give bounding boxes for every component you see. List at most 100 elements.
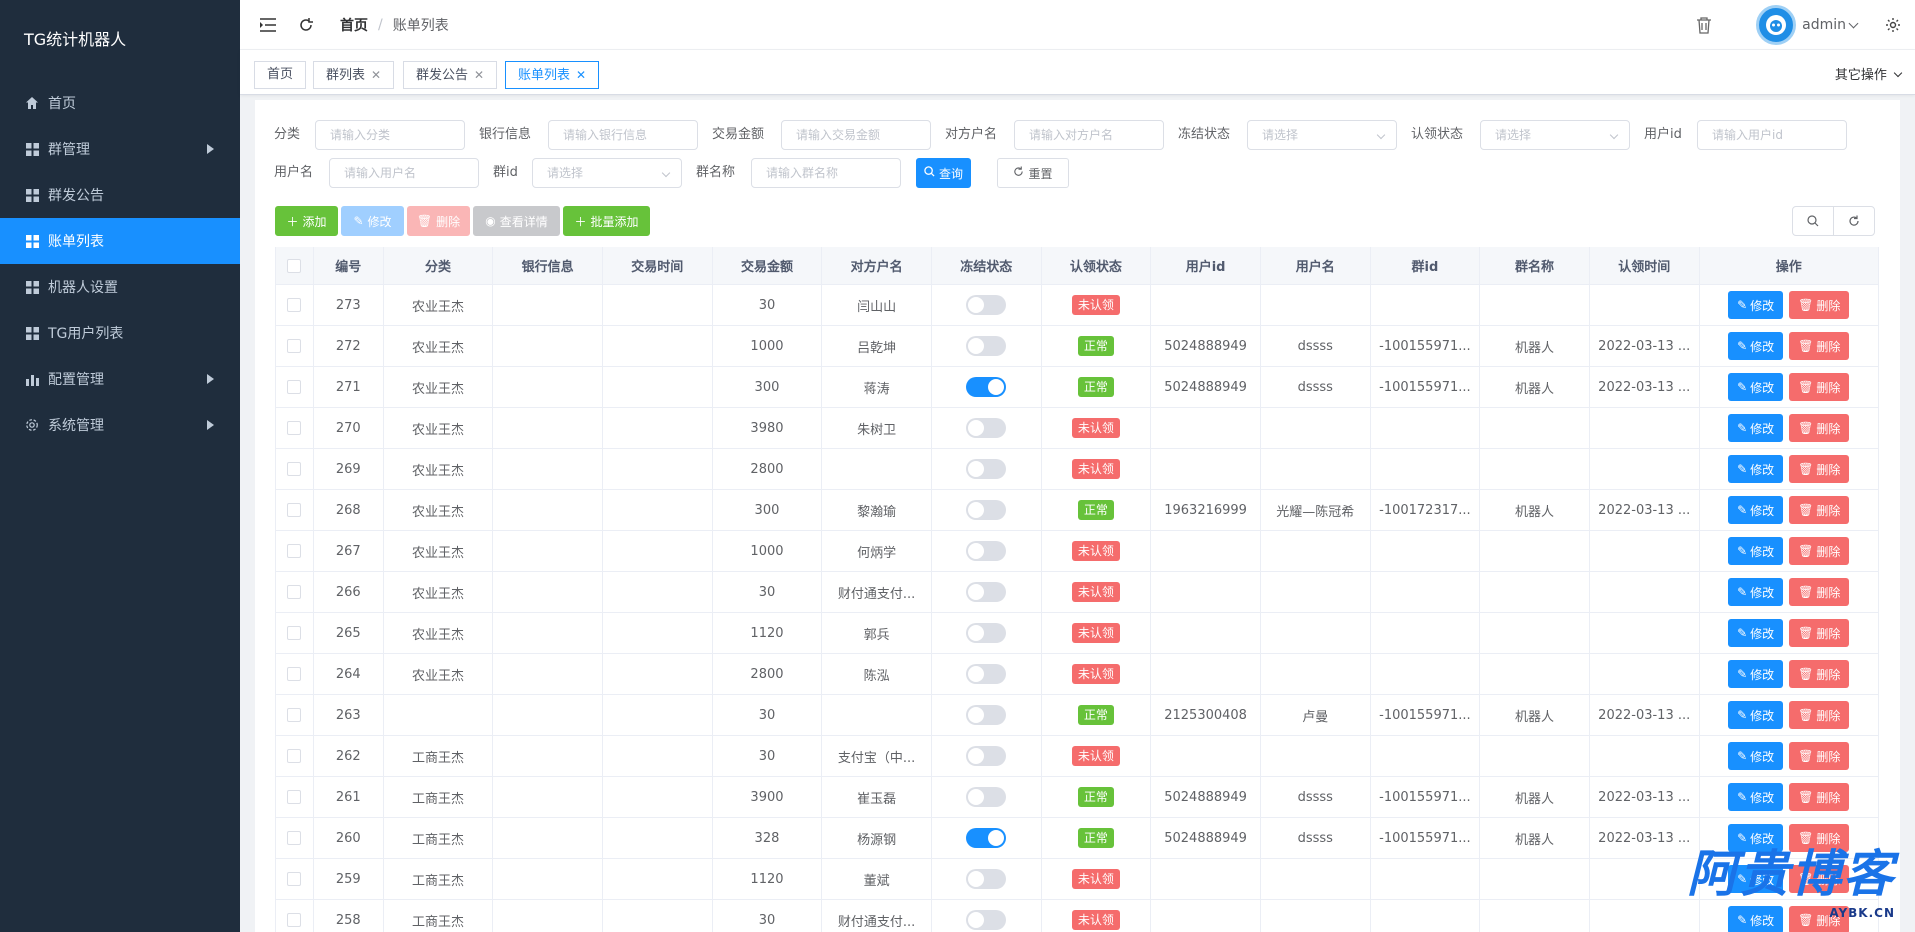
freeze-toggle[interactable] [966, 705, 1007, 725]
row-edit-button[interactable]: ✎ 修改 [1728, 619, 1784, 647]
freeze-toggle[interactable] [966, 664, 1007, 684]
row-edit-button[interactable]: ✎ 修改 [1728, 496, 1784, 524]
sidebar-item-2[interactable]: 群发公告 [0, 172, 240, 218]
row-edit-button[interactable]: ✎ 修改 [1728, 414, 1784, 442]
avatar[interactable] [1756, 5, 1797, 45]
row-checkbox[interactable] [287, 462, 302, 476]
bank-input[interactable]: 请输入银行信息 [548, 120, 698, 150]
row-delete-button[interactable]: 🗑 删除 [1789, 783, 1850, 811]
row-checkbox[interactable] [287, 585, 302, 599]
row-delete-button[interactable]: 🗑 删除 [1789, 455, 1850, 483]
freeze-toggle[interactable] [966, 377, 1007, 397]
other-operations-dropdown[interactable]: 其它操作 [1835, 64, 1903, 83]
row-delete-button[interactable]: 🗑 删除 [1789, 660, 1850, 688]
chevron-down-icon[interactable] [1848, 18, 1859, 28]
sidebar-item-1[interactable]: 群管理 [0, 126, 240, 172]
category-input[interactable]: 请输入分类 [315, 120, 465, 150]
row-checkbox[interactable] [287, 339, 302, 353]
row-checkbox[interactable] [287, 790, 302, 804]
refresh-icon[interactable] [294, 13, 318, 37]
sidebar-item-0[interactable]: 首页 [0, 80, 240, 126]
row-checkbox[interactable] [287, 544, 302, 558]
row-delete-button[interactable]: 🗑 删除 [1789, 578, 1850, 606]
refresh-table-button[interactable] [1833, 206, 1875, 236]
freeze-toggle[interactable] [966, 459, 1007, 479]
row-checkbox[interactable] [287, 831, 302, 845]
toggle-search-button[interactable] [1792, 206, 1834, 236]
gear-icon[interactable] [1881, 13, 1905, 37]
row-delete-button[interactable]: 🗑 删除 [1789, 373, 1850, 401]
row-checkbox[interactable] [287, 913, 302, 927]
delete-button[interactable]: 🗑 删除 [407, 206, 470, 236]
row-edit-button[interactable]: ✎ 修改 [1728, 783, 1784, 811]
freeze-toggle[interactable] [966, 787, 1007, 807]
counterparty-input[interactable]: 请输入对方户名 [1014, 120, 1164, 150]
row-edit-button[interactable]: ✎ 修改 [1728, 660, 1784, 688]
user-id-input[interactable]: 请输入用户id [1697, 120, 1847, 150]
freeze-toggle[interactable] [966, 746, 1007, 766]
view-detail-button[interactable]: ◉ 查看详情 [473, 206, 560, 236]
claim-status-select[interactable]: 请选择 [1480, 120, 1630, 150]
freeze-toggle[interactable] [966, 336, 1007, 356]
row-edit-button[interactable]: ✎ 修改 [1728, 332, 1784, 360]
row-delete-button[interactable]: 🗑 删除 [1789, 414, 1850, 442]
username-input[interactable]: 请输入用户名 [329, 158, 479, 188]
tag-home[interactable]: 首页 [254, 61, 307, 89]
amount-input[interactable]: 请输入交易金额 [781, 120, 931, 150]
row-delete-button[interactable]: 🗑 删除 [1789, 742, 1850, 770]
row-checkbox[interactable] [287, 667, 302, 681]
reset-button[interactable]: 重置 [997, 158, 1069, 188]
close-icon[interactable]: ✕ [576, 68, 586, 82]
row-edit-button[interactable]: ✎ 修改 [1728, 742, 1784, 770]
row-edit-button[interactable]: ✎ 修改 [1728, 701, 1784, 729]
freeze-toggle[interactable] [966, 295, 1007, 315]
tag-group-list[interactable]: 群列表 ✕ [313, 61, 395, 89]
row-edit-button[interactable]: ✎ 修改 [1728, 578, 1784, 606]
freeze-toggle[interactable] [966, 500, 1007, 520]
sidebar-item-6[interactable]: 配置管理 [0, 356, 240, 402]
select-all-checkbox[interactable] [287, 258, 302, 273]
tag-bill-list[interactable]: 账单列表 ✕ [505, 61, 600, 89]
row-checkbox[interactable] [287, 503, 302, 517]
row-checkbox[interactable] [287, 749, 302, 763]
freeze-toggle[interactable] [966, 418, 1007, 438]
row-checkbox[interactable] [287, 380, 302, 394]
freeze-toggle[interactable] [966, 828, 1007, 848]
freeze-toggle[interactable] [966, 910, 1007, 930]
group-id-select[interactable]: 请选择 [532, 158, 682, 188]
row-checkbox[interactable] [287, 708, 302, 722]
hamburger-icon[interactable] [256, 13, 280, 37]
freeze-toggle[interactable] [966, 623, 1007, 643]
row-delete-button[interactable]: 🗑 删除 [1789, 332, 1850, 360]
group-name-input[interactable]: 请输入群名称 [751, 158, 901, 188]
batch-add-button[interactable]: ＋批量添加 [563, 206, 650, 236]
tag-announcement[interactable]: 群发公告 ✕ [403, 61, 498, 89]
close-icon[interactable]: ✕ [474, 68, 484, 82]
row-checkbox[interactable] [287, 626, 302, 640]
sidebar-item-3[interactable]: 账单列表 [0, 218, 240, 264]
edit-button[interactable]: ✎ 修改 [341, 206, 404, 236]
row-edit-button[interactable]: ✎ 修改 [1728, 537, 1784, 565]
sidebar-item-5[interactable]: TG用户列表 [0, 310, 240, 356]
breadcrumb-home[interactable]: 首页 [340, 15, 368, 35]
row-checkbox[interactable] [287, 872, 302, 886]
freeze-toggle[interactable] [966, 869, 1007, 889]
row-checkbox[interactable] [287, 421, 302, 435]
freeze-toggle[interactable] [966, 582, 1007, 602]
username[interactable]: admin [1802, 17, 1846, 33]
row-delete-button[interactable]: 🗑 删除 [1789, 701, 1850, 729]
row-edit-button[interactable]: ✎ 修改 [1728, 291, 1784, 319]
row-edit-button[interactable]: ✎ 修改 [1728, 455, 1784, 483]
row-checkbox[interactable] [287, 298, 302, 312]
row-delete-button[interactable]: 🗑 删除 [1789, 496, 1850, 524]
close-icon[interactable]: ✕ [371, 68, 381, 82]
freeze-toggle[interactable] [966, 541, 1007, 561]
row-delete-button[interactable]: 🗑 删除 [1789, 619, 1850, 647]
row-delete-button[interactable]: 🗑 删除 [1789, 537, 1850, 565]
sidebar-item-7[interactable]: 系统管理 [0, 402, 240, 448]
row-edit-button[interactable]: ✎ 修改 [1728, 373, 1784, 401]
sidebar-item-4[interactable]: 机器人设置 [0, 264, 240, 310]
trash-icon[interactable] [1692, 13, 1716, 37]
row-delete-button[interactable]: 🗑 删除 [1789, 291, 1850, 319]
add-button[interactable]: ＋添加 [275, 206, 338, 236]
